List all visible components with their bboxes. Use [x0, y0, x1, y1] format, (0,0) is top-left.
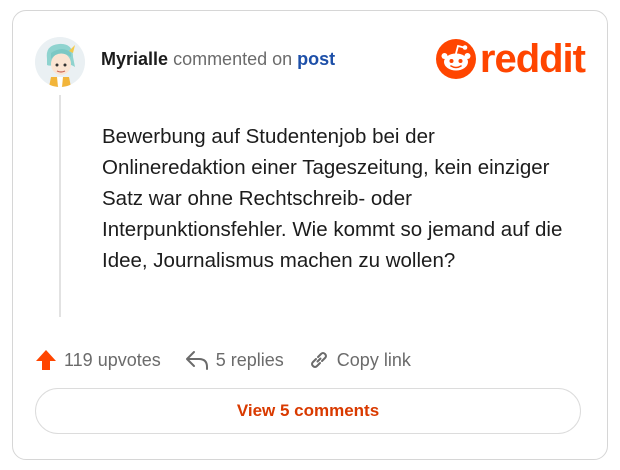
comment-card: Myrialle commented on post reddit Bewerb…: [12, 10, 608, 460]
view-comments-button[interactable]: View 5 comments: [35, 388, 581, 434]
link-icon: [310, 352, 327, 368]
avatar[interactable]: [35, 37, 85, 87]
reply-icon: [185, 351, 208, 370]
upvote-count: 119 upvotes: [64, 349, 161, 370]
action-text: commented on: [173, 49, 293, 69]
replies-count: 5 replies: [215, 349, 284, 370]
reddit-snoo-icon: [435, 39, 476, 79]
upvote-arrow-icon[interactable]: [35, 349, 57, 371]
upvote-action[interactable]: 119 upvotes: [35, 349, 161, 371]
author-name[interactable]: Myrialle: [101, 49, 168, 69]
action-bar: 119 upvotes 5 replies Copy link: [35, 349, 435, 371]
thread-line: [59, 95, 61, 317]
comment-header: Myrialle commented on post: [101, 49, 335, 70]
reddit-wordmark: reddit: [479, 37, 586, 81]
post-link[interactable]: post: [297, 49, 335, 69]
copy-link-label: Copy link: [336, 349, 411, 370]
replies-action[interactable]: 5 replies: [185, 349, 284, 371]
reddit-logo[interactable]: reddit: [435, 37, 586, 81]
comment-body: Bewerbung auf Studentenjob bei der Onlin…: [102, 125, 563, 272]
copy-link-action[interactable]: Copy link: [308, 349, 411, 371]
